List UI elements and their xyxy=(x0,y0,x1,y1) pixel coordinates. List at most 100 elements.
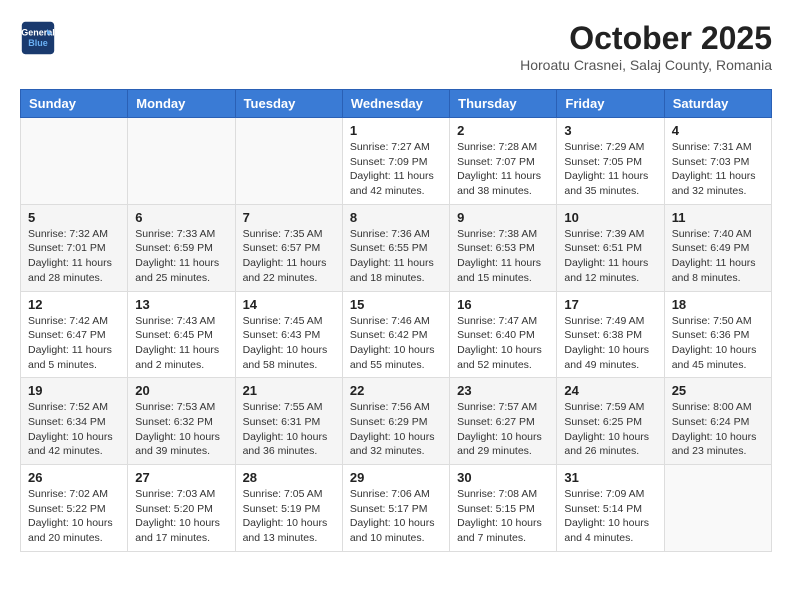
day-number: 27 xyxy=(135,470,227,485)
day-number: 20 xyxy=(135,383,227,398)
day-info: Sunrise: 7:33 AM Sunset: 6:59 PM Dayligh… xyxy=(135,227,227,286)
calendar-week-5: 26 Sunrise: 7:02 AM Sunset: 5:22 PM Dayli… xyxy=(21,465,772,552)
day-number: 2 xyxy=(457,123,549,138)
day-info: Sunrise: 7:03 AM Sunset: 5:20 PM Dayligh… xyxy=(135,487,227,546)
weekday-header-wednesday: Wednesday xyxy=(342,90,449,118)
title-section: October 2025 Horoatu Crasnei, Salaj Coun… xyxy=(520,20,772,73)
calendar-cell: 22Sunrise: 7:56 AM Sunset: 6:29 PM Dayli… xyxy=(342,378,449,465)
calendar-cell xyxy=(21,118,128,205)
calendar-cell: 24Sunrise: 7:59 AM Sunset: 6:25 PM Dayli… xyxy=(557,378,664,465)
day-info: Sunrise: 7:28 AM Sunset: 7:07 PM Dayligh… xyxy=(457,140,549,199)
day-info: Sunrise: 7:09 AM Sunset: 5:14 PM Dayligh… xyxy=(564,487,656,546)
day-number: 29 xyxy=(350,470,442,485)
day-number: 14 xyxy=(243,297,335,312)
day-info: Sunrise: 7:52 AM Sunset: 6:34 PM Dayligh… xyxy=(28,400,120,459)
day-info: Sunrise: 7:39 AM Sunset: 6:51 PM Dayligh… xyxy=(564,227,656,286)
day-info: Sunrise: 7:46 AM Sunset: 6:42 PM Dayligh… xyxy=(350,314,442,373)
calendar-cell xyxy=(235,118,342,205)
day-number: 16 xyxy=(457,297,549,312)
calendar-cell: 27 Sunrise: 7:03 AM Sunset: 5:20 PM Dayli… xyxy=(128,465,235,552)
day-info: Sunrise: 7:29 AM Sunset: 7:05 PM Dayligh… xyxy=(564,140,656,199)
day-info: Sunrise: 7:47 AM Sunset: 6:40 PM Dayligh… xyxy=(457,314,549,373)
day-number: 9 xyxy=(457,210,549,225)
day-info: Sunrise: 7:08 AM Sunset: 5:15 PM Dayligh… xyxy=(457,487,549,546)
calendar-week-3: 12 Sunrise: 7:42 AM Sunset: 6:47 PM Dayli… xyxy=(21,291,772,378)
day-number: 24 xyxy=(564,383,656,398)
day-info: Sunrise: 7:40 AM Sunset: 6:49 PM Dayligh… xyxy=(672,227,764,286)
day-number: 25 xyxy=(672,383,764,398)
weekday-header-saturday: Saturday xyxy=(664,90,771,118)
calendar-cell: 5Sunrise: 7:32 AM Sunset: 7:01 PM Daylig… xyxy=(21,204,128,291)
day-number: 7 xyxy=(243,210,335,225)
day-info: Sunrise: 7:05 AM Sunset: 5:19 PM Dayligh… xyxy=(243,487,335,546)
day-number: 28 xyxy=(243,470,335,485)
page-header: General Blue October 2025 Horoatu Crasne… xyxy=(20,20,772,73)
calendar-cell: 2 Sunrise: 7:28 AM Sunset: 7:07 PM Daylig… xyxy=(450,118,557,205)
weekday-header-friday: Friday xyxy=(557,90,664,118)
calendar-cell: 29 Sunrise: 7:06 AM Sunset: 5:17 PM Dayli… xyxy=(342,465,449,552)
calendar-cell: 16 Sunrise: 7:47 AM Sunset: 6:40 PM Dayli… xyxy=(450,291,557,378)
calendar-cell: 20 Sunrise: 7:53 AM Sunset: 6:32 PM Dayli… xyxy=(128,378,235,465)
day-number: 31 xyxy=(564,470,656,485)
calendar-cell: 3 Sunrise: 7:29 AM Sunset: 7:05 PM Daylig… xyxy=(557,118,664,205)
weekday-header-thursday: Thursday xyxy=(450,90,557,118)
day-number: 3 xyxy=(564,123,656,138)
calendar-week-1: 1Sunrise: 7:27 AM Sunset: 7:09 PM Daylig… xyxy=(21,118,772,205)
day-info: Sunrise: 8:00 AM Sunset: 6:24 PM Dayligh… xyxy=(672,400,764,459)
day-number: 17 xyxy=(564,297,656,312)
day-number: 12 xyxy=(28,297,120,312)
calendar-cell: 15 Sunrise: 7:46 AM Sunset: 6:42 PM Dayli… xyxy=(342,291,449,378)
day-number: 19 xyxy=(28,383,120,398)
day-number: 26 xyxy=(28,470,120,485)
month-title: October 2025 xyxy=(520,20,772,57)
weekday-header-tuesday: Tuesday xyxy=(235,90,342,118)
day-info: Sunrise: 7:36 AM Sunset: 6:55 PM Dayligh… xyxy=(350,227,442,286)
calendar-table: SundayMondayTuesdayWednesdayThursdayFrid… xyxy=(20,89,772,552)
day-info: Sunrise: 7:02 AM Sunset: 5:22 PM Dayligh… xyxy=(28,487,120,546)
day-number: 6 xyxy=(135,210,227,225)
day-number: 4 xyxy=(672,123,764,138)
calendar-cell: 30 Sunrise: 7:08 AM Sunset: 5:15 PM Dayli… xyxy=(450,465,557,552)
day-info: Sunrise: 7:57 AM Sunset: 6:27 PM Dayligh… xyxy=(457,400,549,459)
logo-icon: General Blue xyxy=(20,20,56,56)
calendar-cell xyxy=(128,118,235,205)
calendar-cell: 10 Sunrise: 7:39 AM Sunset: 6:51 PM Dayli… xyxy=(557,204,664,291)
day-info: Sunrise: 7:55 AM Sunset: 6:31 PM Dayligh… xyxy=(243,400,335,459)
day-info: Sunrise: 7:06 AM Sunset: 5:17 PM Dayligh… xyxy=(350,487,442,546)
calendar-week-2: 5Sunrise: 7:32 AM Sunset: 7:01 PM Daylig… xyxy=(21,204,772,291)
day-number: 18 xyxy=(672,297,764,312)
weekday-header-monday: Monday xyxy=(128,90,235,118)
day-info: Sunrise: 7:42 AM Sunset: 6:47 PM Dayligh… xyxy=(28,314,120,373)
day-number: 10 xyxy=(564,210,656,225)
day-number: 21 xyxy=(243,383,335,398)
calendar-cell: 9 Sunrise: 7:38 AM Sunset: 6:53 PM Daylig… xyxy=(450,204,557,291)
calendar-cell: 23Sunrise: 7:57 AM Sunset: 6:27 PM Dayli… xyxy=(450,378,557,465)
day-info: Sunrise: 7:53 AM Sunset: 6:32 PM Dayligh… xyxy=(135,400,227,459)
calendar-cell: 18 Sunrise: 7:50 AM Sunset: 6:36 PM Dayli… xyxy=(664,291,771,378)
weekday-header-row: SundayMondayTuesdayWednesdayThursdayFrid… xyxy=(21,90,772,118)
day-info: Sunrise: 7:31 AM Sunset: 7:03 PM Dayligh… xyxy=(672,140,764,199)
day-number: 30 xyxy=(457,470,549,485)
day-number: 22 xyxy=(350,383,442,398)
calendar-cell: 4 Sunrise: 7:31 AM Sunset: 7:03 PM Daylig… xyxy=(664,118,771,205)
day-info: Sunrise: 7:32 AM Sunset: 7:01 PM Dayligh… xyxy=(28,227,120,286)
calendar-cell: 19 Sunrise: 7:52 AM Sunset: 6:34 PM Dayli… xyxy=(21,378,128,465)
calendar-cell: 21 Sunrise: 7:55 AM Sunset: 6:31 PM Dayli… xyxy=(235,378,342,465)
calendar-cell: 25 Sunrise: 8:00 AM Sunset: 6:24 PM Dayli… xyxy=(664,378,771,465)
calendar-cell: 14Sunrise: 7:45 AM Sunset: 6:43 PM Dayli… xyxy=(235,291,342,378)
day-info: Sunrise: 7:50 AM Sunset: 6:36 PM Dayligh… xyxy=(672,314,764,373)
day-info: Sunrise: 7:38 AM Sunset: 6:53 PM Dayligh… xyxy=(457,227,549,286)
calendar-cell: 28 Sunrise: 7:05 AM Sunset: 5:19 PM Dayli… xyxy=(235,465,342,552)
calendar-cell: 13Sunrise: 7:43 AM Sunset: 6:45 PM Dayli… xyxy=(128,291,235,378)
calendar-cell: 17Sunrise: 7:49 AM Sunset: 6:38 PM Dayli… xyxy=(557,291,664,378)
location-subtitle: Horoatu Crasnei, Salaj County, Romania xyxy=(520,57,772,73)
day-number: 8 xyxy=(350,210,442,225)
calendar-cell: 12 Sunrise: 7:42 AM Sunset: 6:47 PM Dayli… xyxy=(21,291,128,378)
day-number: 15 xyxy=(350,297,442,312)
day-number: 13 xyxy=(135,297,227,312)
day-number: 1 xyxy=(350,123,442,138)
calendar-cell xyxy=(664,465,771,552)
logo: General Blue xyxy=(20,20,60,56)
calendar-week-4: 19 Sunrise: 7:52 AM Sunset: 6:34 PM Dayli… xyxy=(21,378,772,465)
calendar-cell: 8 Sunrise: 7:36 AM Sunset: 6:55 PM Daylig… xyxy=(342,204,449,291)
